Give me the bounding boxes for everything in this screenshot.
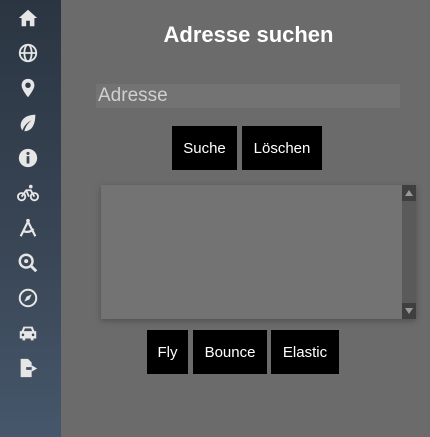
sidebar-item-export[interactable] [15,355,41,381]
address-input[interactable] [96,84,400,108]
scroll-down-button[interactable] [402,303,416,319]
results-scrollbar[interactable] [402,185,416,319]
leaf-icon [20,114,36,132]
sidebar-item-home[interactable] [15,5,41,31]
sidebar-item-bicycle[interactable] [15,180,41,206]
compass-drafting-icon [19,218,37,237]
sidebar-item-search-location[interactable] [15,250,41,276]
map-marker-icon [21,78,35,98]
bicycle-icon [17,184,39,202]
main-panel: Adresse suchen Suche Löschen Fly Bounce … [61,0,430,437]
search-button[interactable]: Suche [172,126,237,170]
clear-button[interactable]: Löschen [242,126,322,170]
elastic-button[interactable]: Elastic [271,330,339,374]
home-icon [18,9,38,27]
sidebar-item-info[interactable] [15,145,41,171]
sidebar [0,0,61,437]
car-icon [19,326,37,341]
arrow-up-icon [405,190,413,196]
sidebar-item-globe[interactable] [15,40,41,66]
file-export-icon [20,358,38,378]
compass-icon [18,288,38,308]
globe-icon [18,43,38,63]
sidebar-item-compass[interactable] [15,285,41,311]
scroll-up-button[interactable] [402,185,416,201]
sidebar-item-leaf[interactable] [15,110,41,136]
search-location-icon [18,253,38,273]
sidebar-item-drafting[interactable] [15,215,41,241]
results-list[interactable] [101,185,416,319]
arrow-down-icon [405,308,413,314]
sidebar-item-marker[interactable] [15,75,41,101]
bounce-button[interactable]: Bounce [193,330,267,374]
fly-button[interactable]: Fly [147,330,188,374]
page-title: Adresse suchen [163,22,334,47]
info-icon [18,148,38,168]
sidebar-item-car[interactable] [15,320,41,346]
